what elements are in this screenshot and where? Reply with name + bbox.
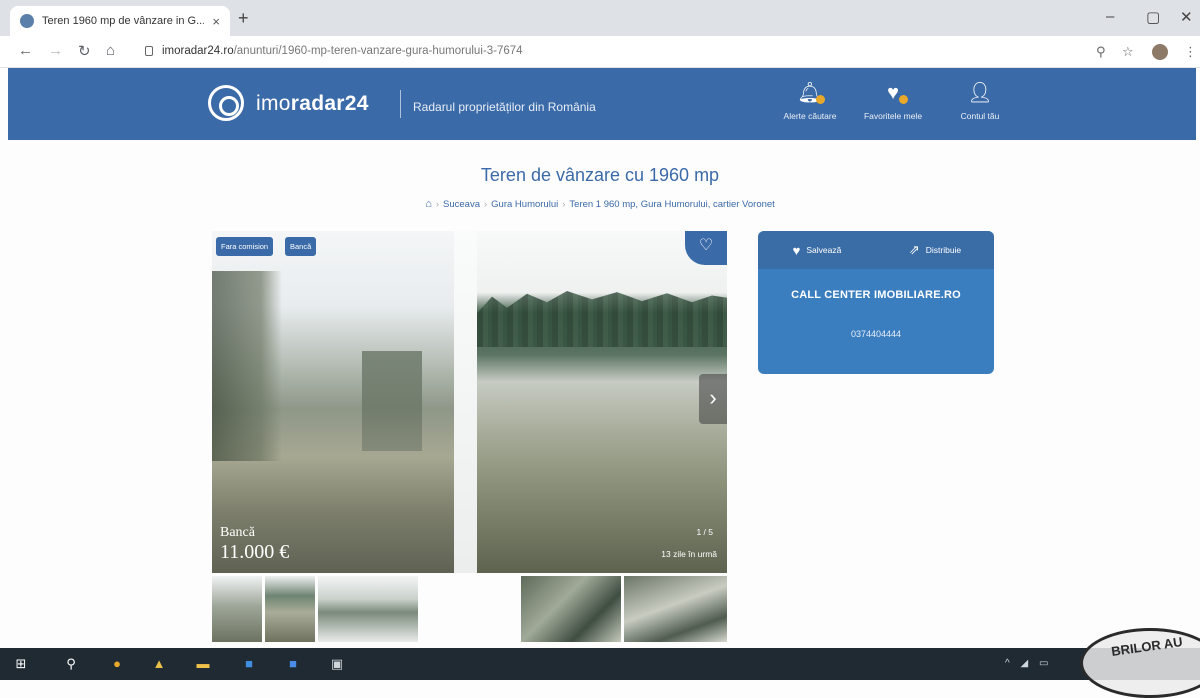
heart-icon: ♥: [880, 82, 908, 104]
photo-thumbnail[interactable]: [265, 576, 315, 642]
chrome-app-icon[interactable]: ●: [108, 655, 126, 673]
photo-thumbnail[interactable]: [212, 576, 262, 642]
menu-dots-icon[interactable]: ⋮: [1184, 44, 1197, 60]
browser-tab[interactable]: Teren 1960 mp de vânzare in G... ×: [10, 6, 230, 36]
back-icon[interactable]: ←: [18, 42, 33, 59]
tab-close-button[interactable]: ×: [212, 14, 220, 29]
new-tab-button[interactable]: +: [238, 8, 249, 29]
outlook-icon[interactable]: ■: [240, 655, 258, 673]
logo-text-bold: radar24: [290, 92, 369, 115]
url-domain: imoradar24.ro: [162, 45, 234, 57]
breadcrumb-item[interactable]: Suceava: [443, 199, 480, 210]
photo-divider: [454, 231, 477, 573]
bookmark-star-icon[interactable]: ☆: [1122, 44, 1134, 60]
logo-text-light: imo: [256, 92, 291, 115]
notification-dot: [899, 95, 908, 104]
logo-divider: [400, 90, 401, 118]
bank-badge: Bancă: [285, 237, 317, 256]
search-icon[interactable]: ⚲: [62, 655, 80, 673]
app-taskbar-icon[interactable]: ▲: [150, 655, 168, 673]
home-icon[interactable]: ⌂: [106, 42, 115, 59]
phone-number[interactable]: 0374404444: [758, 329, 994, 339]
address-bar[interactable]: imoradar24.ro/anunturi/1960-mp-teren-van…: [162, 45, 523, 57]
system-tray[interactable]: ^ ◢ ▭: [1005, 658, 1052, 669]
save-label: Salvează: [806, 245, 842, 255]
share-label: Distribuie: [925, 245, 962, 255]
file-explorer-icon[interactable]: ▬: [194, 655, 212, 673]
nav-label: Alerte căutare: [783, 111, 837, 121]
user-icon: 👤︎: [967, 82, 993, 104]
price-label: Bancă: [220, 525, 255, 540]
url-path: /anunturi/1960-mp-teren-vanzare-gura-hum…: [233, 45, 523, 57]
next-photo-button[interactable]: ›: [699, 374, 727, 424]
contact-card: ♥ Salvează ⇗ Distribuie CALL CENTER IMOB…: [758, 231, 994, 374]
site-header: imoradar24 Radarul proprietăților din Ro…: [8, 68, 1196, 140]
lock-icon[interactable]: [145, 46, 153, 56]
minimize-button[interactable]: –: [1106, 8, 1114, 25]
heart-outline-icon: ♡: [698, 237, 714, 254]
nav-search-alerts[interactable]: 🔔︎ Alerte căutare: [770, 82, 850, 121]
photo-gallery[interactable]: Fara comision Bancă ♡ › Bancă 11.000 € 1…: [212, 231, 727, 573]
nav-my-favorites[interactable]: ♥ Favoritele mele: [853, 82, 933, 121]
share-button[interactable]: ⇗ Distribuie: [876, 231, 994, 269]
rubber-stamp: BRILOR AU: [1080, 628, 1200, 698]
browser-toolbar: ← → ↻ ⌂ imoradar24.ro/anunturi/1960-mp-t…: [0, 36, 1200, 68]
chevron-right-icon: ›: [709, 385, 717, 410]
breadcrumb-item: Teren 1 960 mp, Gura Humorului, cartier …: [569, 199, 775, 210]
reload-icon[interactable]: ↻: [78, 42, 91, 60]
nav-my-account[interactable]: 👤︎ Contul tău: [940, 82, 1020, 121]
zoom-app-icon[interactable]: ■: [284, 655, 302, 673]
browser-tab-strip: Teren 1960 mp de vânzare in G... × + – ▢…: [0, 0, 1200, 36]
tab-title: Teren 1960 mp de vânzare in G...: [42, 15, 205, 27]
app-taskbar-icon[interactable]: ▣: [328, 655, 346, 673]
card-actions: ♥ Salvează ⇗ Distribuie: [758, 231, 994, 269]
windows-start-icon[interactable]: ⊞: [12, 655, 30, 673]
window-close-button[interactable]: ✕: [1180, 8, 1193, 26]
windows-taskbar: ⊞ ⚲ ● ▲ ▬ ■ ■ ▣ ^ ◢ ▭: [0, 648, 1200, 680]
photo-counter: 1 / 5: [696, 527, 713, 537]
stamp-text: BRILOR AU: [1110, 634, 1184, 659]
breadcrumb-item[interactable]: Gura Humorului: [491, 199, 558, 210]
listing-photo[interactable]: [212, 231, 454, 573]
home-icon[interactable]: ⌂: [425, 198, 432, 210]
share-icon: ⇗: [908, 242, 920, 257]
listing-photo[interactable]: [477, 231, 727, 573]
maximize-button[interactable]: ▢: [1146, 8, 1160, 26]
profile-avatar[interactable]: [1152, 44, 1168, 60]
photo-thumbnail[interactable]: [318, 576, 418, 642]
notification-dot: [816, 95, 825, 104]
zoom-icon[interactable]: ⚲: [1096, 44, 1106, 60]
forward-icon[interactable]: →: [48, 42, 63, 59]
listing-age: 13 zile în urmă: [661, 549, 717, 559]
site-tagline: Radarul proprietăților din România: [413, 100, 596, 114]
map-thumbnail[interactable]: [624, 576, 727, 642]
bell-icon: 🔔︎: [797, 82, 825, 104]
heart-icon: ♥: [792, 242, 801, 258]
save-button[interactable]: ♥ Salvează: [758, 231, 876, 269]
favorite-heart-button[interactable]: ♡: [685, 231, 727, 265]
page-title: Teren de vânzare cu 1960 mp: [480, 165, 720, 185]
agency-name[interactable]: CALL CENTER IMOBILIARE.RO: [758, 289, 994, 301]
listing-price: 11.000 €: [220, 541, 290, 563]
map-thumbnail[interactable]: [521, 576, 621, 642]
no-commission-badge: Fara comision: [216, 237, 274, 256]
nav-label: Contul tău: [960, 111, 1000, 121]
breadcrumb: ⌂ › Suceava › Gura Humorului › Teren 1 960 mp,…: [425, 198, 775, 210]
site-logo[interactable]: imoradar24: [256, 92, 369, 116]
radar-logo-icon[interactable]: [208, 85, 244, 121]
nav-label: Favoritele mele: [863, 111, 923, 121]
site-favicon-icon: [20, 14, 34, 28]
